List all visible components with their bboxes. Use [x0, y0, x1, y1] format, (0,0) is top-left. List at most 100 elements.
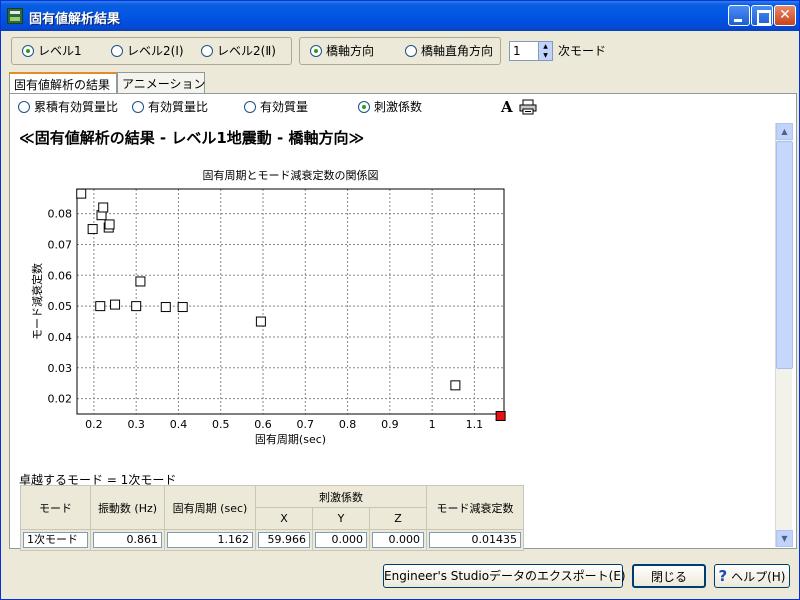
- data-point: [255, 316, 266, 327]
- radio-label: レベル2(Ⅱ): [217, 44, 276, 58]
- window-title: 固有値解析結果: [29, 12, 121, 27]
- col-damping-header: モード減衰定数: [426, 485, 524, 530]
- tab-label: 固有値解析の結果: [14, 78, 111, 92]
- radio-cumulative-mass-ratio[interactable]: 累積有効質量比: [18, 99, 118, 115]
- x-tick-label: 0.7: [297, 418, 315, 431]
- scroll-down-icon[interactable]: ▼: [776, 530, 793, 547]
- app-icon: [7, 8, 23, 24]
- y-tick-label: 0.02: [48, 393, 73, 406]
- window: 固有値解析結果 ✕ レベル1 レベル2(Ⅰ) レベル2(Ⅱ) 橋軸方向 橋軸直角…: [0, 0, 800, 600]
- radio-effective-mass-ratio[interactable]: 有効質量比: [132, 99, 208, 115]
- help-label: ヘルプ(H): [731, 570, 786, 584]
- scroll-up-icon[interactable]: ▲: [776, 123, 793, 140]
- chart-container: 0.2 0.3 0.4 0.5 0.6 0.7 0.8 0.9 1 1.1 0.02 0.03 0.04…: [19, 159, 519, 456]
- help-button[interactable]: ? ヘルプ(H): [714, 564, 790, 588]
- y-tick-label: 0.06: [48, 269, 73, 282]
- data-point: [135, 276, 146, 287]
- col-y-header: Y: [312, 507, 370, 530]
- col-participation-header: 刺激係数: [255, 485, 427, 508]
- printer-icon[interactable]: [519, 99, 537, 115]
- chart-svg: 0.2 0.3 0.4 0.5 0.6 0.7 0.8 0.9 1 1.1 0.02 0.03 0.04…: [30, 168, 506, 446]
- col-z-header: Z: [369, 507, 427, 530]
- title-bar[interactable]: 固有値解析結果 ✕: [1, 1, 799, 31]
- minimize-button[interactable]: [728, 5, 750, 26]
- tab-eigen-results[interactable]: 固有値解析の結果: [9, 72, 117, 94]
- radio-level-2-1[interactable]: レベル2(Ⅰ): [111, 43, 184, 59]
- radio-label: 橋軸直角方向: [421, 44, 494, 58]
- mode-suffix-label: 次モード: [558, 44, 607, 58]
- close-window-button[interactable]: ✕: [774, 5, 796, 26]
- x-tick-label: 1: [429, 418, 436, 431]
- page-title: ≪固有値解析の結果 - レベル1地震動 - 橋軸方向≫: [19, 129, 365, 147]
- x-tick-label: 0.5: [212, 418, 230, 431]
- y-tick-label: 0.07: [48, 238, 73, 251]
- tab-animation[interactable]: アニメーション: [117, 72, 206, 93]
- radio-level-1[interactable]: レベル1: [22, 43, 82, 59]
- radio-bridge-axis[interactable]: 橋軸方向: [310, 43, 374, 59]
- radio-label: レベル1: [38, 44, 82, 58]
- x-axis-label: 固有周期(sec): [255, 432, 326, 446]
- spin-down-icon[interactable]: ▼: [539, 51, 552, 60]
- spin-up-icon[interactable]: ▲: [539, 42, 552, 51]
- export-button[interactable]: Engineer's Studioデータのエクスポート(E): [383, 564, 626, 588]
- radio-dot: [244, 101, 256, 113]
- data-point: [131, 301, 142, 312]
- radio-dot: [310, 45, 322, 57]
- help-icon: ?: [718, 567, 728, 585]
- radio-dot: [405, 45, 417, 57]
- cell-z: 0.000: [372, 532, 424, 548]
- data-point: [95, 301, 106, 312]
- data-point: [110, 299, 121, 310]
- radio-dot: [22, 45, 34, 57]
- x-tick-label: 0.2: [85, 418, 103, 431]
- cell-mode: 1次モード: [23, 532, 88, 548]
- mode-spinner[interactable]: 1 ▲ ▼: [509, 41, 553, 61]
- vertical-scrollbar[interactable]: ▲ ▼: [775, 123, 793, 547]
- radio-label: 橋軸方向: [326, 44, 375, 58]
- radio-dot: [201, 45, 213, 57]
- font-icon[interactable]: A: [501, 98, 513, 116]
- x-tick-label: 1.1: [466, 418, 484, 431]
- highlighted-data-point: [495, 411, 506, 422]
- radio-bridge-perpendicular[interactable]: 橋軸直角方向: [405, 43, 493, 59]
- y-axis-label: モード減衰定数: [30, 263, 44, 340]
- radio-dot: [132, 101, 144, 113]
- x-tick-label: 0.9: [381, 418, 399, 431]
- tab-label: アニメーション: [122, 77, 206, 91]
- data-point: [160, 302, 171, 313]
- table-row: 1次モード 0.861 1.162 59.966 0.000 0.000 0.0…: [20, 529, 524, 551]
- radio-label: 有効質量比: [148, 100, 209, 114]
- y-tick-label: 0.05: [48, 300, 73, 313]
- col-x-header: X: [255, 507, 313, 530]
- cell-x: 59.966: [258, 532, 310, 548]
- result-table: モード 振動数 (Hz) 固有周期 (sec) 刺激係数 モード減衰定数 X Y…: [20, 485, 524, 551]
- y-tick-label: 0.08: [48, 208, 73, 221]
- y-tick-label: 0.03: [48, 362, 73, 375]
- data-point: [177, 302, 188, 313]
- mode-spinner-value: 1: [513, 44, 521, 58]
- close-button[interactable]: 閉じる: [632, 564, 706, 588]
- radio-dot: [111, 45, 123, 57]
- radio-dot: [358, 101, 370, 113]
- cell-damping: 0.01435: [429, 532, 521, 548]
- cell-period: 1.162: [167, 532, 253, 548]
- cell-frequency: 0.861: [93, 532, 162, 548]
- x-tick-label: 0.6: [254, 418, 272, 431]
- radio-effective-mass[interactable]: 有効質量: [244, 99, 308, 115]
- radio-label: 有効質量: [260, 100, 309, 114]
- data-point: [87, 224, 98, 235]
- data-point: [450, 380, 461, 391]
- radio-level-2-2[interactable]: レベル2(Ⅱ): [201, 43, 276, 59]
- y-tick-label: 0.04: [48, 331, 73, 344]
- maximize-button[interactable]: [751, 5, 773, 26]
- data-point: [104, 219, 115, 230]
- col-period-header: 固有周期 (sec): [164, 485, 256, 530]
- radio-label: 刺激係数: [374, 100, 423, 114]
- radio-participation-factor[interactable]: 刺激係数: [358, 99, 422, 115]
- radio-label: レベル2(Ⅰ): [127, 44, 184, 58]
- col-mode-header: モード: [20, 485, 91, 530]
- x-tick-label: 0.8: [339, 418, 357, 431]
- data-point: [76, 188, 87, 199]
- data-point: [98, 202, 109, 213]
- scroll-thumb[interactable]: [776, 141, 793, 369]
